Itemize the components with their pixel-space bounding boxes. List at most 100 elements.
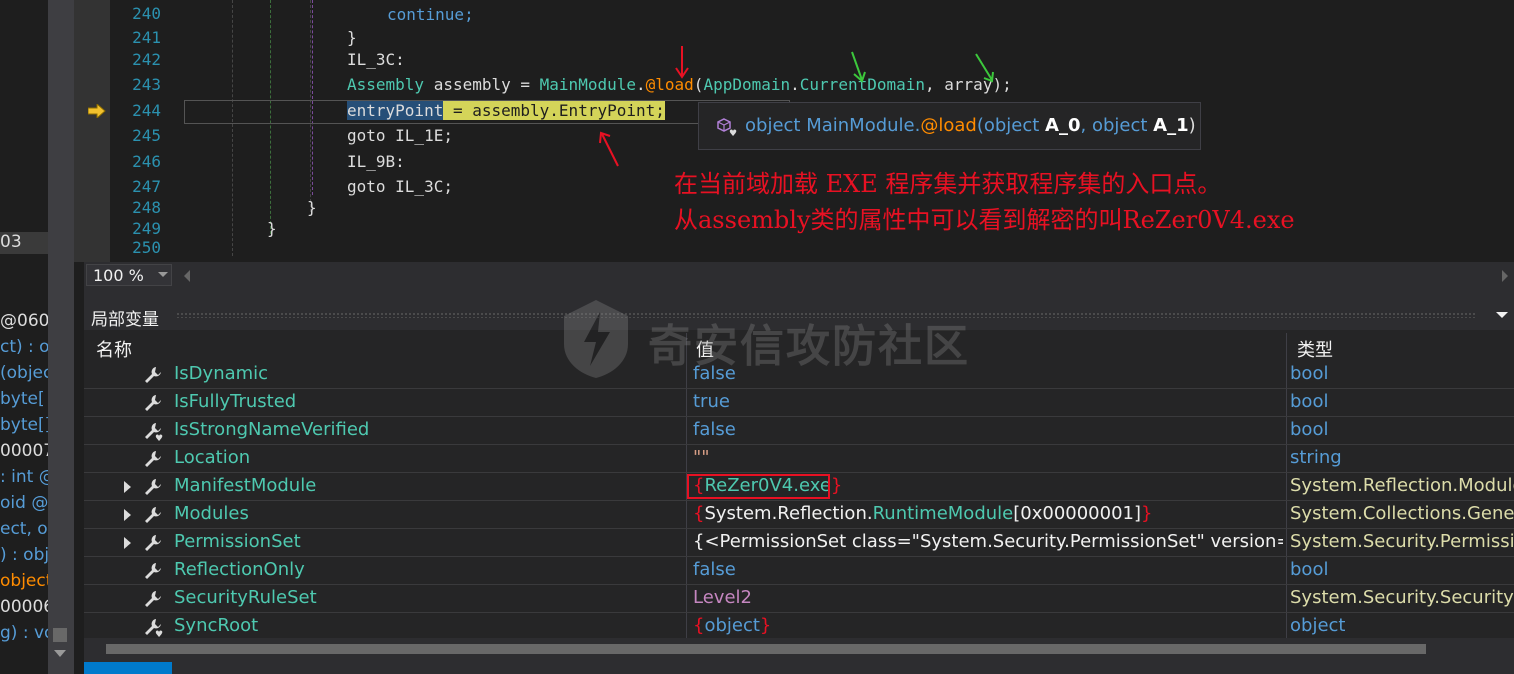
quick-info-tooltip: ♥ object MainModule.@load(object A_0, ob… (698, 102, 1201, 150)
left-panel-row[interactable]: @060 (0, 311, 48, 333)
locals-row-name: Modules (174, 503, 249, 524)
code-line-240[interactable]: continue; (387, 5, 474, 24)
locals-row[interactable]: Location "" string (84, 445, 1514, 473)
property-wrench-icon (145, 395, 161, 411)
line-number: 243 (132, 75, 161, 94)
line-number: 248 (132, 198, 161, 217)
property-wrench-private-icon: ♥ (145, 423, 163, 442)
locals-title-bar[interactable]: 局部变量 (84, 300, 1514, 330)
left-panel-row[interactable]: oid @ (0, 493, 48, 515)
current-statement-arrow-icon (88, 104, 106, 118)
chevron-down-icon[interactable] (158, 272, 168, 277)
scrollbar-thumb[interactable] (53, 628, 67, 642)
method-cube-icon: ♥ (717, 118, 737, 137)
locals-row-name: IsFullyTrusted (174, 391, 297, 412)
property-wrench-icon (145, 479, 161, 495)
scroll-left-arrow-icon[interactable] (184, 270, 190, 282)
locals-title: 局部变量 (91, 310, 159, 330)
locals-row[interactable]: PermissionSet {<PermissionSet class="Sys… (84, 529, 1514, 557)
left-panel-scrollbar[interactable] (48, 0, 74, 674)
expand-arrow-icon[interactable] (124, 509, 131, 521)
code-line-242[interactable]: IL_3C: (347, 50, 405, 69)
left-panel-row[interactable]: 03 (0, 232, 48, 254)
line-number: 246 (132, 152, 161, 171)
locals-row-value[interactable]: true (693, 391, 1283, 412)
line-number: 241 (132, 28, 161, 47)
left-panel-row[interactable]: ) : obj (0, 545, 48, 567)
svg-text:♥: ♥ (729, 129, 737, 137)
code-line-248[interactable]: } (307, 198, 317, 217)
code-line-249[interactable]: } (267, 219, 277, 238)
column-header-name[interactable]: 名称 (96, 336, 132, 362)
locals-row-type: System.Collections.Generic (1290, 503, 1514, 524)
code-line-247[interactable]: goto IL_3C; (347, 177, 453, 196)
annotation-line-2: 从assembly类的属性中可以看到解密的叫ReZer0V4.exe (674, 206, 1295, 234)
left-panel-row[interactable]: : int @ (0, 467, 48, 489)
expand-arrow-icon[interactable] (124, 481, 131, 493)
tooltip-signature: object MainModule.@load(object A_0, obje… (745, 115, 1196, 136)
locals-row-value[interactable]: false (693, 559, 1283, 580)
left-panel-row[interactable]: g) : vo (0, 623, 48, 645)
title-grip[interactable] (176, 312, 1476, 318)
expand-arrow-icon[interactable] (124, 537, 131, 549)
tab-locals[interactable] (84, 662, 172, 674)
locals-row-name: Location (174, 447, 251, 468)
left-panel-row[interactable]: 00006 (0, 597, 48, 619)
scrollbar-thumb[interactable] (106, 644, 1426, 654)
green-arrow-icon (975, 53, 994, 83)
property-wrench-icon (145, 563, 161, 579)
line-number: 244 (132, 101, 161, 120)
locals-row-value[interactable]: false (693, 363, 1283, 384)
column-header-value[interactable]: 值 (696, 336, 714, 362)
red-arrow-icon (675, 46, 689, 79)
locals-row[interactable]: Modules {System.Reflection.RuntimeModule… (84, 501, 1514, 529)
locals-row[interactable]: ♥ SyncRoot {object} object (84, 613, 1514, 641)
pane-splitter[interactable] (84, 288, 1514, 300)
locals-window: 局部变量 名称 值 类型 IsDynamic false bool IsFull… (84, 300, 1514, 674)
locals-row[interactable]: IsFullyTrusted true bool (84, 389, 1514, 417)
locals-horizontal-scrollbar[interactable] (84, 638, 1514, 660)
left-panel-row[interactable]: ct) : o (0, 337, 48, 359)
scroll-right-arrow-icon[interactable] (1502, 270, 1508, 282)
locals-row-value[interactable]: Level2 (693, 587, 1283, 608)
property-wrench-icon (145, 451, 161, 467)
property-wrench-icon (145, 591, 161, 607)
left-panel-row[interactable]: ect, ob (0, 519, 48, 541)
locals-row-value[interactable]: {object} (693, 615, 1283, 636)
scroll-down-arrow-icon[interactable] (54, 650, 66, 657)
locals-row-type: object (1290, 615, 1346, 636)
locals-row-name: IsDynamic (174, 363, 269, 384)
left-panel-row[interactable]: byte[] (0, 415, 48, 437)
code-line-244[interactable]: entryPoint = assembly.EntryPoint; (347, 101, 665, 120)
code-line-246[interactable]: IL_9B: (347, 152, 405, 171)
property-wrench-icon (145, 507, 161, 523)
locals-row-name: ManifestModule (174, 475, 317, 496)
locals-row-value[interactable]: {System.Reflection.RuntimeModule[0x00000… (693, 503, 1283, 524)
zoom-value: 100 % (93, 266, 144, 285)
locals-row-type: bool (1290, 391, 1329, 412)
left-panel-row[interactable]: 00007 (0, 441, 48, 463)
column-header-type[interactable]: 类型 (1297, 336, 1333, 362)
left-panel-row[interactable]: object(o (0, 571, 48, 593)
locals-row-type: System.Security.SecurityRu (1290, 587, 1514, 608)
window-menu-icon[interactable] (1496, 312, 1508, 318)
locals-row[interactable]: SecurityRuleSet Level2 System.Security.S… (84, 585, 1514, 613)
svg-text:♥: ♥ (155, 434, 163, 442)
locals-row-value[interactable]: "" (693, 447, 1283, 468)
left-panel-row[interactable]: (objec (0, 363, 48, 385)
locals-row[interactable]: ReflectionOnly false bool (84, 557, 1514, 585)
locals-row-name: SecurityRuleSet (174, 587, 317, 608)
column-header: 名称 值 类型 (84, 333, 1514, 362)
code-line-245[interactable]: goto IL_1E; (347, 126, 453, 145)
locals-row-value[interactable]: {<PermissionSet class="System.Security.P… (693, 531, 1283, 552)
property-wrench-icon (145, 535, 161, 551)
glyph-margin[interactable] (74, 0, 110, 262)
svg-text:♥: ♥ (155, 630, 163, 638)
left-panel-row[interactable]: byte[ (0, 389, 45, 411)
locals-row[interactable]: IsDynamic false bool (84, 361, 1514, 389)
annotation-line-1: 在当前域加载 EXE 程序集并获取程序集的入口点。 (674, 170, 1222, 198)
line-number: 250 (132, 238, 161, 257)
code-line-241[interactable]: } (347, 28, 357, 47)
locals-row-value[interactable]: false (693, 419, 1283, 440)
locals-row[interactable]: ♥ IsStrongNameVerified false bool (84, 417, 1514, 445)
